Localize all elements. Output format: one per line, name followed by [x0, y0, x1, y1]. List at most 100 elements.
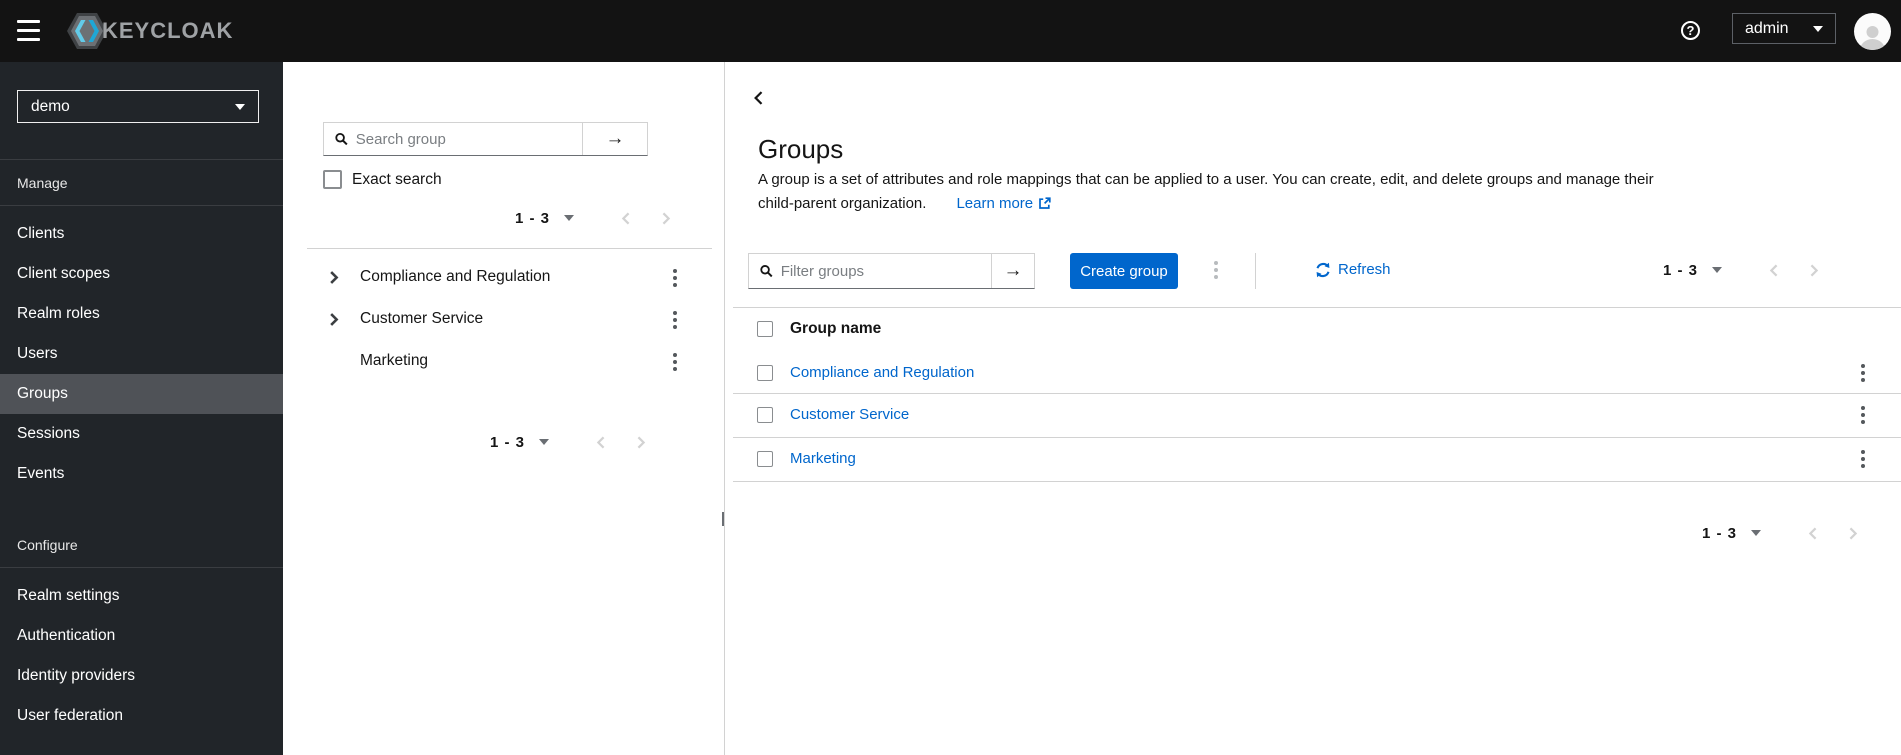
sidebar-nav: demo Manage Clients Client scopes Realm … [0, 62, 283, 755]
sidebar-item-authentication[interactable]: Authentication [0, 616, 283, 656]
row-checkbox[interactable] [757, 407, 773, 423]
table-pagination-bottom: 1 - 3 [1702, 522, 1859, 544]
select-all-checkbox[interactable] [757, 321, 773, 337]
nav-section-manage: Manage [17, 174, 68, 191]
sidebar-item-clients[interactable]: Clients [0, 214, 283, 254]
refresh-icon [1316, 262, 1330, 277]
sidebar-item-client-scopes[interactable]: Client scopes [0, 254, 283, 294]
filter-groups-input[interactable] [780, 262, 980, 280]
kebab-menu-icon[interactable] [1855, 450, 1871, 468]
page-title: Groups [758, 134, 844, 164]
realm-selector[interactable]: demo [17, 90, 259, 123]
toolbar-divider [1255, 253, 1256, 289]
pagination-range: 1 - 3 [1702, 524, 1738, 542]
pagination-range: 1 - 3 [1663, 261, 1699, 279]
group-tree-panel: → Exact search 1 - 3 Compliance and Regu… [283, 62, 724, 755]
tree-item-customer-service[interactable]: Customer Service [283, 299, 724, 341]
manage-items: Clients Client scopes Realm roles Users … [0, 214, 283, 494]
chevron-right-icon[interactable] [1846, 527, 1859, 540]
sidebar-item-users[interactable]: Users [0, 334, 283, 374]
learn-more-link[interactable]: Learn more [956, 195, 1051, 212]
kebab-menu-icon[interactable] [1855, 406, 1871, 424]
kebab-menu-icon[interactable] [667, 353, 683, 371]
chevron-right-icon[interactable] [327, 313, 340, 326]
chevron-right-icon[interactable] [327, 271, 340, 284]
avatar[interactable] [1854, 13, 1891, 50]
arrow-right-icon: → [1003, 260, 1023, 281]
chevron-right-icon[interactable] [659, 212, 672, 225]
search-field [324, 123, 582, 155]
create-group-button[interactable]: Create group [1070, 253, 1178, 289]
nav-toggle-button[interactable] [17, 18, 41, 43]
filter-submit-button[interactable]: → [991, 254, 1034, 288]
tree-item-marketing[interactable]: Marketing [283, 341, 724, 383]
tree-item-compliance-and-regulation[interactable]: Compliance and Regulation [283, 257, 724, 299]
divider [0, 567, 283, 568]
toolbar-kebab-icon[interactable] [1208, 261, 1224, 279]
filter-field [749, 254, 991, 288]
group-search-input-group: → [323, 122, 648, 156]
user-menu-dropdown[interactable]: admin [1732, 13, 1836, 44]
chevron-right-icon[interactable] [634, 436, 647, 449]
collapse-drawer-icon[interactable] [752, 91, 766, 105]
table-row: Marketing [733, 438, 1901, 482]
masthead: KEYCLOAK ? admin [0, 0, 1901, 62]
person-icon [1860, 26, 1885, 50]
caret-down-icon[interactable] [1712, 267, 1723, 273]
exact-search-row: Exact search [323, 170, 442, 189]
group-link[interactable]: Customer Service [790, 406, 909, 423]
description-line-2: child-parent organization. [758, 195, 927, 212]
refresh-button[interactable]: Refresh [1315, 261, 1391, 278]
table-header-row: Group name [733, 307, 1901, 352]
sidebar-item-sessions[interactable]: Sessions [0, 414, 283, 454]
row-checkbox[interactable] [757, 451, 773, 467]
chevron-right-icon[interactable] [1807, 264, 1820, 277]
caret-down-icon [1813, 25, 1823, 32]
table-pagination-top: 1 - 3 [1663, 259, 1820, 281]
page-description: A group is a set of attributes and role … [758, 168, 1654, 218]
brand-text: KEYCLOAK [102, 18, 234, 43]
configure-items: Realm settings Authentication Identity p… [0, 576, 283, 736]
filter-groups-input-group: → [748, 253, 1035, 289]
sidebar-item-groups[interactable]: Groups [0, 374, 283, 414]
caret-down-icon[interactable] [564, 215, 575, 221]
tree-item-label[interactable]: Marketing [360, 352, 428, 370]
group-link[interactable]: Marketing [790, 450, 856, 467]
column-header-group-name: Group name [790, 320, 882, 337]
table-row: Customer Service [733, 394, 1901, 438]
tree-item-label[interactable]: Customer Service [360, 310, 483, 328]
chevron-left-icon[interactable] [1807, 527, 1820, 540]
search-group-input[interactable] [355, 130, 571, 148]
kebab-menu-icon[interactable] [667, 269, 683, 287]
help-icon[interactable]: ? [1681, 21, 1700, 40]
kebab-menu-icon[interactable] [667, 311, 683, 329]
chevron-left-icon[interactable] [595, 436, 608, 449]
sidebar-item-realm-roles[interactable]: Realm roles [0, 294, 283, 334]
sidebar-item-user-federation[interactable]: User federation [0, 696, 283, 736]
caret-down-icon[interactable] [1751, 530, 1762, 536]
search-submit-button[interactable]: → [582, 123, 647, 155]
kebab-menu-icon[interactable] [1855, 364, 1871, 382]
sidebar-item-realm-settings[interactable]: Realm settings [0, 576, 283, 616]
keycloak-logo: KEYCLOAK [66, 12, 233, 50]
arrow-right-icon: → [605, 128, 625, 149]
chevron-left-icon[interactable] [620, 212, 633, 225]
pagination-range: 1 - 3 [515, 209, 551, 227]
exact-search-label: Exact search [352, 170, 442, 188]
group-link[interactable]: Compliance and Regulation [790, 364, 974, 381]
caret-down-icon[interactable] [539, 439, 550, 445]
table-row: Compliance and Regulation [733, 352, 1901, 394]
username: admin [1745, 19, 1789, 37]
external-link-icon [1038, 194, 1051, 218]
row-checkbox[interactable] [757, 365, 773, 381]
sidebar-item-identity-providers[interactable]: Identity providers [0, 656, 283, 696]
chevron-left-icon[interactable] [1768, 264, 1781, 277]
search-icon [335, 132, 348, 146]
divider [0, 205, 283, 206]
tree-pagination-bottom: 1 - 3 [490, 431, 647, 453]
exact-search-checkbox[interactable] [323, 170, 342, 189]
tree-item-label[interactable]: Compliance and Regulation [360, 268, 550, 286]
nav-section-configure: Configure [17, 536, 78, 553]
realm-name: demo [31, 97, 70, 115]
sidebar-item-events[interactable]: Events [0, 454, 283, 494]
